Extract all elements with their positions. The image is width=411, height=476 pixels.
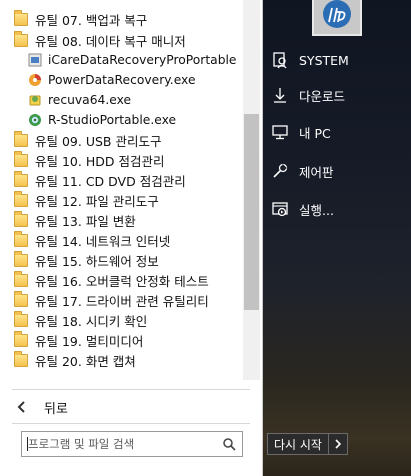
menu-item-user[interactable]: SYSTEM: [262, 46, 411, 74]
menu-item-this-pc[interactable]: 내 PC: [262, 118, 411, 146]
list-item-folder[interactable]: 유틸 19. 멀티미디어: [14, 330, 242, 350]
list-item-label: 유틸 12. 파일 관리도구: [35, 193, 159, 209]
powerdata-icon: [29, 74, 41, 86]
folder-icon: [14, 310, 28, 327]
text-caret: [27, 437, 28, 451]
list-item-label: 유틸 19. 멀티미디어: [35, 333, 144, 349]
search-icon: [223, 438, 236, 451]
list-item-label: 유틸 08. 데이타 복구 매니저: [35, 33, 186, 49]
search-placeholder: 프로그램 및 파일 검색: [28, 437, 135, 451]
recuva-icon: [29, 95, 41, 106]
list-item-label: 유틸 10. HDD 점검관리: [35, 153, 165, 169]
folder-icon: [14, 230, 28, 247]
list-item-label: 유틸 16. 오버클럭 안정화 테스트: [35, 273, 209, 289]
restart-button[interactable]: 다시 시작: [267, 433, 329, 455]
start-menu-left-pane: 유틸 07. 백업과 복구 유틸 08. 데이타 복구 매니저 iCareDat…: [0, 0, 263, 476]
run-icon: [272, 202, 288, 217]
computer-icon: [272, 125, 288, 140]
list-item-folder[interactable]: 유틸 09. USB 관리도구: [14, 130, 242, 150]
list-item-folder[interactable]: 유틸 08. 데이타 복구 매니저: [14, 30, 242, 50]
menu-item-label: 내 PC: [299, 125, 331, 141]
folder-icon: [14, 170, 28, 187]
list-item-folder[interactable]: 유틸 18. 시디키 확인: [14, 310, 242, 330]
power-options-button[interactable]: [328, 433, 348, 455]
list-item-label: 유틸 14. 네트워크 인터넷: [35, 233, 171, 249]
folder-icon: [14, 330, 28, 347]
back-button[interactable]: 뒤로: [0, 394, 262, 420]
list-item-label: 유틸 13. 파일 변환: [35, 213, 136, 229]
chevron-left-icon: [17, 401, 25, 413]
list-item-folder[interactable]: 유틸 14. 네트워크 인터넷: [14, 230, 242, 250]
folder-icon: [14, 210, 28, 227]
menu-item-label: 실행...: [299, 202, 334, 218]
list-item-label: 유틸 20. 화면 캡쳐: [35, 353, 136, 369]
avatar[interactable]: [312, 0, 362, 36]
menu-item-control-panel[interactable]: 제어판: [262, 157, 411, 185]
hp-logo-icon: [314, 0, 360, 34]
list-item-folder[interactable]: 유틸 10. HDD 점검관리: [14, 150, 242, 170]
list-item-folder[interactable]: 유틸 11. CD DVD 점검관리: [14, 170, 242, 190]
list-item-label: 유틸 09. USB 관리도구: [35, 133, 162, 149]
folder-icon: [14, 130, 28, 147]
list-item-label: PowerDataRecovery.exe: [48, 73, 196, 87]
program-list: 유틸 07. 백업과 복구 유틸 08. 데이타 복구 매니저 iCareDat…: [0, 0, 243, 380]
list-item-label: R-StudioPortable.exe: [48, 113, 177, 127]
folder-icon: [14, 290, 28, 307]
rstudio-icon: [29, 114, 41, 126]
list-item-label: 유틸 17. 드라이버 관련 유틸리티: [35, 293, 209, 309]
program-list-scrollbar[interactable]: [243, 0, 260, 380]
download-icon: [274, 88, 286, 103]
list-item-label: 유틸 15. 하드웨어 정보: [35, 253, 159, 269]
folder-icon: [14, 150, 28, 167]
list-item-app[interactable]: iCareDataRecoveryProPortable: [28, 50, 243, 70]
list-item-label: 유틸 18. 시디키 확인: [35, 313, 148, 329]
list-item-app[interactable]: R-StudioPortable.exe: [28, 110, 243, 130]
list-item-folder[interactable]: 유틸 12. 파일 관리도구: [14, 190, 242, 210]
menu-item-downloads[interactable]: 다운로드: [262, 81, 411, 109]
chevron-right-icon: [335, 439, 342, 449]
list-item-folder[interactable]: 유틸 15. 하드웨어 정보: [14, 250, 242, 270]
list-item-folder[interactable]: 유틸 07. 백업과 복구: [14, 9, 242, 29]
folder-icon: [14, 270, 28, 287]
list-item-folder[interactable]: 유틸 16. 오버클럭 안정화 테스트: [14, 270, 242, 290]
menu-item-label: SYSTEM: [299, 52, 349, 68]
divider: [12, 423, 250, 424]
menu-item-label: 다운로드: [299, 88, 346, 104]
list-item-folder[interactable]: 유틸 20. 화면 캡쳐: [14, 350, 242, 370]
divider: [12, 389, 250, 390]
list-item-app[interactable]: PowerDataRecovery.exe: [28, 70, 243, 90]
start-menu-right-pane: SYSTEM 다운로드 내 PC 제어판 실행... 다시 시작: [262, 0, 411, 476]
user-icon: [273, 52, 287, 69]
icare-icon: [28, 53, 42, 67]
back-label: 뒤로: [44, 401, 68, 417]
list-item-label: iCareDataRecoveryProPortable: [48, 53, 237, 67]
folder-icon: [14, 190, 28, 207]
list-item-label: recuva64.exe: [48, 93, 132, 107]
menu-item-label: 제어판: [299, 164, 334, 180]
wrench-icon: [273, 163, 288, 178]
search-input[interactable]: 프로그램 및 파일 검색: [21, 431, 243, 457]
list-item-app[interactable]: recuva64.exe: [28, 90, 243, 110]
list-item-folder[interactable]: 유틸 13. 파일 변환: [14, 210, 242, 230]
folder-icon: [14, 30, 28, 47]
list-item-folder[interactable]: 유틸 17. 드라이버 관련 유틸리티: [14, 290, 242, 310]
folder-icon: [14, 250, 28, 267]
shutdown-group: 다시 시작: [267, 433, 348, 455]
list-item-label: 유틸 07. 백업과 복구: [35, 12, 148, 28]
folder-icon: [14, 9, 28, 26]
list-item-label: 유틸 11. CD DVD 점검관리: [35, 173, 186, 189]
menu-item-run[interactable]: 실행...: [262, 195, 411, 223]
folder-icon: [14, 350, 28, 367]
scrollbar-thumb[interactable]: [244, 114, 259, 310]
